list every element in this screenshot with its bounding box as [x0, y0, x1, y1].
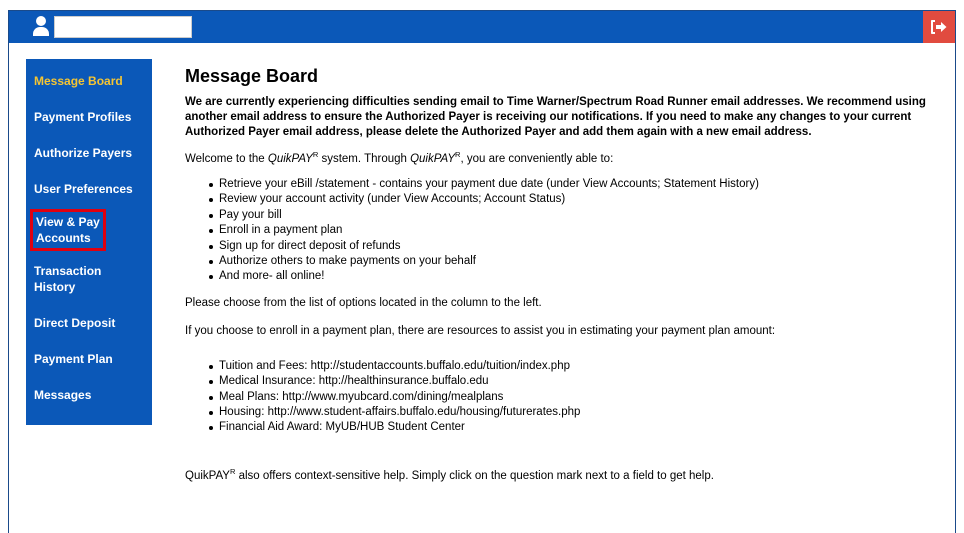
sign-out-icon — [931, 20, 947, 34]
top-bar — [9, 11, 955, 43]
main-content: Message Board We are currently experienc… — [185, 65, 947, 484]
username-display — [54, 16, 192, 38]
list-item: Enroll in a payment plan — [185, 223, 947, 238]
resource-list: Tuition and Fees: http://studentaccounts… — [185, 359, 947, 436]
app-frame: Message Board Payment Profiles Authorize… — [8, 10, 956, 533]
list-item: Tuition and Fees: http://studentaccounts… — [185, 359, 947, 374]
list-item: Sign up for direct deposit of refunds — [185, 239, 947, 254]
sidebar-nav: Message Board Payment Profiles Authorize… — [26, 59, 152, 425]
welcome-text: Welcome to the QuikPAYR system. Through … — [185, 150, 614, 165]
sidebar-item-messages[interactable]: Messages — [26, 387, 152, 403]
choose-options-text: Please choose from the list of options l… — [185, 296, 542, 309]
sidebar-item-transaction-history[interactable]: Transaction History — [26, 263, 116, 295]
list-item: Pay your bill — [185, 208, 947, 223]
sidebar-item-view-pay-accounts[interactable]: View & Pay Accounts — [30, 209, 106, 251]
list-item: And more- all online! — [185, 269, 947, 284]
sidebar-item-message-board[interactable]: Message Board — [26, 73, 152, 89]
email-notice: We are currently experiencing difficulti… — [185, 96, 926, 138]
sidebar-item-payment-profiles[interactable]: Payment Profiles — [26, 109, 152, 125]
resources-intro: If you choose to enroll in a payment pla… — [185, 324, 776, 337]
list-item: Medical Insurance: http://healthinsuranc… — [185, 374, 947, 389]
sidebar-item-payment-plan[interactable]: Payment Plan — [26, 351, 152, 367]
sidebar-item-authorize-payers[interactable]: Authorize Payers — [26, 145, 152, 161]
list-item: Authorize others to make payments on you… — [185, 254, 947, 269]
list-item: Meal Plans: http://www.myubcard.com/dini… — [185, 390, 947, 405]
user-icon — [33, 15, 49, 37]
list-item: Review your account activity (under View… — [185, 192, 947, 207]
feature-list: Retrieve your eBill /statement - contain… — [185, 177, 947, 285]
sidebar-item-user-preferences[interactable]: User Preferences — [26, 181, 152, 197]
page-title: Message Board — [185, 66, 319, 86]
help-text: QuikPAYR also offers context-sensitive h… — [185, 467, 714, 482]
list-item: Financial Aid Award: MyUB/HUB Student Ce… — [185, 420, 947, 435]
list-item: Housing: http://www.student-affairs.buff… — [185, 405, 947, 420]
list-item: Retrieve your eBill /statement - contain… — [185, 177, 947, 192]
sidebar-item-direct-deposit[interactable]: Direct Deposit — [26, 315, 152, 331]
logout-button[interactable] — [923, 11, 955, 43]
